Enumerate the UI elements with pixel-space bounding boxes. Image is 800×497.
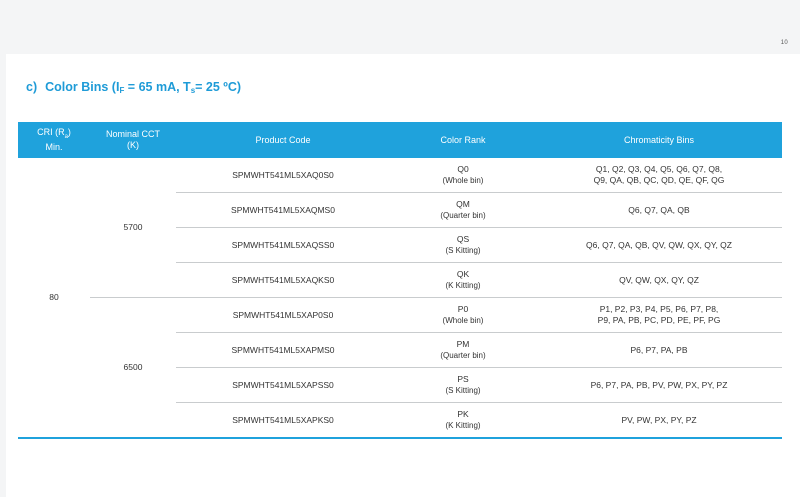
product-code-cell: SPMWHT541ML5XAQMS0	[176, 192, 390, 228]
color-rank-cell: Q0 (Whole bin)	[390, 158, 536, 193]
chromaticity-cell: Q1, Q2, Q3, Q4, Q5, Q6, Q7, Q8, Q9, QA, Q…	[536, 158, 782, 193]
product-code-cell: SPMWHT541ML5XAPKS0	[176, 402, 390, 439]
chromaticity-cell: P1, P2, P3, P4, P5, P6, P7, P8, P9, PA, P…	[536, 297, 782, 333]
table-header-row: CRI (Ra) Min. Nominal CCT (K) Product Co…	[18, 122, 782, 158]
header-cri: CRI (Ra) Min.	[18, 122, 90, 158]
chromaticity-cell: Q6, Q7, QA, QB, QV, QW, QX, QY, QZ	[536, 227, 782, 263]
table-row: 6500 SPMWHT541ML5XAP0S0 P0 (Whole bin) P1…	[18, 297, 782, 439]
color-rank-cell: QK (K Kitting)	[390, 262, 536, 298]
chromaticity-cell: P6, P7, PA, PB, PV, PW, PX, PY, PZ	[536, 367, 782, 403]
product-code-cell: SPMWHT541ML5XAPMS0	[176, 332, 390, 368]
product-code-cell: SPMWHT541ML5XAQKS0	[176, 262, 390, 298]
header-product-code: Product Code	[176, 122, 390, 158]
color-rank-cell: PM (Quarter bin)	[390, 332, 536, 368]
header-nominal-cct: Nominal CCT (K)	[90, 122, 176, 158]
color-rank-cell: P0 (Whole bin)	[390, 297, 536, 333]
section-label: c)	[26, 80, 38, 94]
product-code-cell: SPMWHT541ML5XAPSS0	[176, 367, 390, 403]
cri-value-cell: 80	[18, 158, 90, 439]
color-rank-cell: PK (K Kitting)	[390, 402, 536, 439]
page-number: 10	[780, 40, 788, 46]
product-code-cell: SPMWHT541ML5XAQ0S0	[176, 158, 390, 193]
color-bins-table: CRI (Ra) Min. Nominal CCT (K) Product Co…	[18, 122, 782, 439]
title-text: Color Bins (I	[45, 80, 120, 94]
header-chromaticity-bins: Chromaticity Bins	[536, 122, 782, 158]
header-color-rank: Color Rank	[390, 122, 536, 158]
title-text-end: = 25 ºC)	[195, 80, 242, 94]
color-rank-cell: QM (Quarter bin)	[390, 192, 536, 228]
section-title: c) Color Bins (IF = 65 mA, Ts= 25 ºC)	[26, 80, 241, 95]
chromaticity-cell: PV, PW, PX, PY, PZ	[536, 402, 782, 439]
product-code-cell: SPMWHT541ML5XAP0S0	[176, 297, 390, 333]
cct-value-cell: 5700	[90, 158, 176, 298]
chromaticity-cell: P6, P7, PA, PB	[536, 332, 782, 368]
chromaticity-cell: Q6, Q7, QA, QB	[536, 192, 782, 228]
product-code-cell: SPMWHT541ML5XAQSS0	[176, 227, 390, 263]
table-row: 80 5700 SPMWHT541ML5XAQ0S0 Q0 (Whole bin)…	[18, 158, 782, 439]
title-text-mid: = 65 mA, T	[124, 80, 191, 94]
cct-value-cell: 6500	[90, 297, 176, 439]
color-rank-cell: QS (S Kitting)	[390, 227, 536, 263]
color-rank-cell: PS (S Kitting)	[390, 367, 536, 403]
chromaticity-cell: QV, QW, QX, QY, QZ	[536, 262, 782, 298]
